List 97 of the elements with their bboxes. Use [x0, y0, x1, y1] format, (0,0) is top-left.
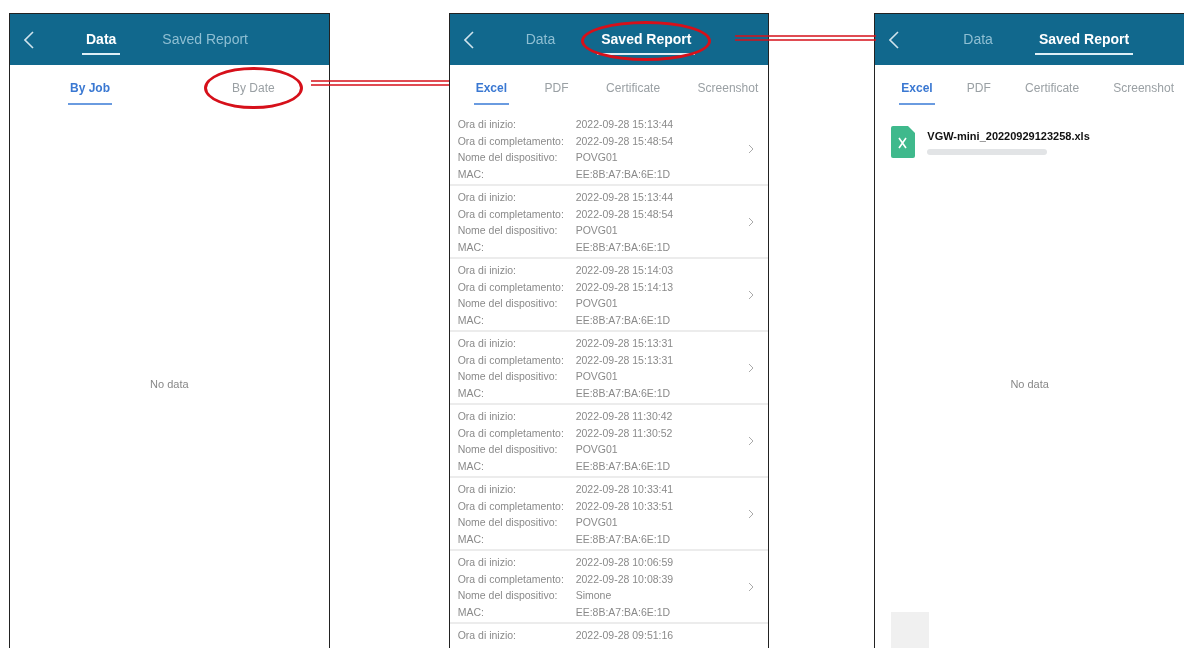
header-tab[interactable]: Data [82, 24, 121, 55]
field-value: 2022-09-28 10:33:41 [575, 482, 674, 497]
field-label: Ora di inizio: [457, 628, 517, 643]
field-label: Ora di completamento: [457, 133, 565, 149]
field-value: POVG01 [575, 515, 618, 530]
field-value: 2022-09-28 10:08:39 [575, 571, 674, 587]
sub-tab[interactable]: PDF [542, 73, 571, 105]
sub-tab[interactable]: Certificate [1023, 73, 1082, 105]
field-label: MAC: [457, 385, 485, 401]
field-value: POVG01 [575, 369, 618, 384]
field-label: Ora di inizio: [457, 555, 517, 570]
record-row[interactable]: Ora di inizio: 2022-09-28 11:30:42 Ora di completamento: 2022-09-28 11:30:52 Nome del dispositivo: POVG01 MAC: EE:8B:A7:BA:6E:1D [449, 405, 769, 478]
record-row[interactable]: Ora di inizio: 2022-09-28 10:06:59 Ora di completamento: 2022-09-28 10:08:39 Nome del dispositivo: Simone MAC: EE:8B:A7:BA:6E:1D [449, 551, 769, 624]
sub-tab[interactable]: By Job [68, 73, 112, 105]
header-tab[interactable]: Data [521, 24, 560, 55]
field-value: 2022-09-28 11:30:42 [575, 409, 673, 424]
field-label: Nome del dispositivo: [457, 588, 559, 603]
record-row[interactable]: Ora di inizio: 2022-09-28 15:13:44 Ora di completamento: 2022-09-28 15:48:54 Nome del dispositivo: POVG01 MAC: EE:8B:A7:BA:6E:1D [449, 113, 769, 186]
back-icon[interactable] [24, 30, 34, 49]
field-label: Nome del dispositivo: [457, 515, 559, 530]
field-label: MAC: [457, 166, 485, 182]
record-row[interactable]: Ora di inizio: 2022-09-28 15:14:03 Ora di completamento: 2022-09-28 15:14:13 Nome del dispositivo: POVG01 MAC: EE:8B:A7:BA:6E:1D [449, 259, 769, 332]
field-value: POVG01 [575, 150, 618, 165]
file-row[interactable]: VGW-mini_20220929123258.xls [875, 113, 1184, 171]
sub-tab[interactable]: Certificate [604, 73, 663, 105]
field-value: 2022-09-28 15:14:13 [575, 279, 674, 295]
chevron-right-icon [748, 436, 755, 446]
field-value: 2022-09-28 15:48:54 [575, 133, 674, 149]
record-row[interactable]: Ora di inizio: 2022-09-28 15:13:31 Ora di completamento: 2022-09-28 15:13:31 Nome del dispositivo: POVG01 MAC: EE:8B:A7:BA:6E:1D [449, 332, 769, 405]
empty-message: No data [150, 378, 189, 390]
field-label: Ora di inizio: [457, 190, 517, 205]
field-value: POVG01 [575, 296, 618, 311]
field-value: 2022-09-28 15:13:44 [575, 117, 674, 132]
field-label: Ora di completamento: [457, 498, 565, 514]
field-label: Ora di completamento: [457, 352, 565, 368]
field-value: EE:8B:A7:BA:6E:1D [575, 166, 671, 182]
field-value: 2022-09-28 15:14:03 [575, 263, 674, 278]
back-icon[interactable] [889, 30, 900, 49]
field-label: MAC: [457, 458, 485, 474]
sub-tab[interactable]: PDF [964, 73, 993, 105]
header-tab[interactable]: Saved Report [158, 24, 252, 55]
header-tab[interactable]: Saved Report [597, 24, 696, 55]
chevron-right-icon [748, 217, 755, 227]
field-label: Nome del dispositivo: [457, 442, 559, 457]
field-value: EE:8B:A7:BA:6E:1D [575, 458, 671, 474]
field-value: EE:8B:A7:BA:6E:1D [575, 604, 671, 620]
field-label: Ora di inizio: [457, 409, 517, 424]
field-value: 2022-09-28 10:33:51 [575, 498, 674, 514]
field-label: Nome del dispositivo: [457, 369, 559, 384]
spreadsheet-file-icon [891, 126, 916, 158]
sub-tab[interactable]: Excel [899, 73, 935, 105]
chevron-right-icon [748, 582, 755, 592]
chevron-right-icon [748, 144, 755, 154]
field-label: Ora di completamento: [457, 425, 565, 441]
field-label: Ora di inizio: [457, 482, 517, 497]
empty-message: No data [1010, 378, 1049, 390]
field-label: Ora di completamento: [457, 206, 565, 222]
field-value: POVG01 [575, 223, 618, 238]
field-label: Ora di completamento: [457, 279, 565, 295]
field-value: EE:8B:A7:BA:6E:1D [575, 239, 671, 255]
field-value: 2022-09-28 10:06:59 [575, 555, 674, 570]
sub-tab[interactable]: By Date [230, 73, 277, 105]
chevron-right-icon [748, 290, 755, 300]
record-row[interactable]: Ora di inizio: 2022-09-28 10:33:41 Ora di completamento: 2022-09-28 10:33:51 Nome del dispositivo: POVG01 MAC: EE:8B:A7:BA:6E:1D [449, 478, 769, 551]
chevron-right-icon [748, 363, 755, 373]
field-label: MAC: [457, 604, 485, 620]
field-label: Ora di inizio: [457, 263, 517, 278]
field-label: Ora di inizio: [457, 336, 517, 351]
field-value: Simone [575, 588, 612, 603]
record-row[interactable]: Ora di inizio: 2022-09-28 09:51:16 [449, 624, 769, 648]
chevron-right-icon [748, 509, 755, 519]
field-label: MAC: [457, 531, 485, 547]
header-tab[interactable]: Saved Report [1034, 24, 1134, 55]
field-value: 2022-09-28 15:13:31 [575, 352, 674, 368]
field-label: Ora di inizio: [457, 117, 517, 132]
file-name: VGW-mini_20220929123258.xls [927, 129, 1090, 142]
field-value: 2022-09-28 15:48:54 [575, 206, 674, 222]
field-value: 2022-09-28 09:51:16 [575, 628, 674, 643]
field-value: POVG01 [575, 442, 618, 457]
field-value: EE:8B:A7:BA:6E:1D [575, 531, 671, 547]
sub-tab[interactable]: Excel [473, 73, 509, 105]
sub-tab[interactable]: Screenshot [1111, 73, 1176, 105]
field-value: 2022-09-28 15:13:31 [575, 336, 674, 351]
record-row[interactable]: Ora di inizio: 2022-09-28 15:13:44 Ora di completamento: 2022-09-28 15:48:54 Nome del dispositivo: POVG01 MAC: EE:8B:A7:BA:6E:1D [449, 186, 769, 259]
field-label: Nome del dispositivo: [457, 296, 559, 311]
field-label: MAC: [457, 312, 485, 328]
field-value: EE:8B:A7:BA:6E:1D [575, 385, 671, 401]
sub-tab[interactable]: Screenshot [695, 73, 761, 105]
field-label: Ora di completamento: [457, 571, 565, 587]
field-label: MAC: [457, 239, 485, 255]
field-label: Nome del dispositivo: [457, 150, 559, 165]
field-value: 2022-09-28 11:30:52 [575, 425, 673, 441]
field-value: EE:8B:A7:BA:6E:1D [575, 312, 671, 328]
back-icon[interactable] [463, 30, 474, 49]
field-label: Nome del dispositivo: [457, 223, 559, 238]
header-tab[interactable]: Data [959, 24, 997, 55]
field-value: 2022-09-28 15:13:44 [575, 190, 674, 205]
